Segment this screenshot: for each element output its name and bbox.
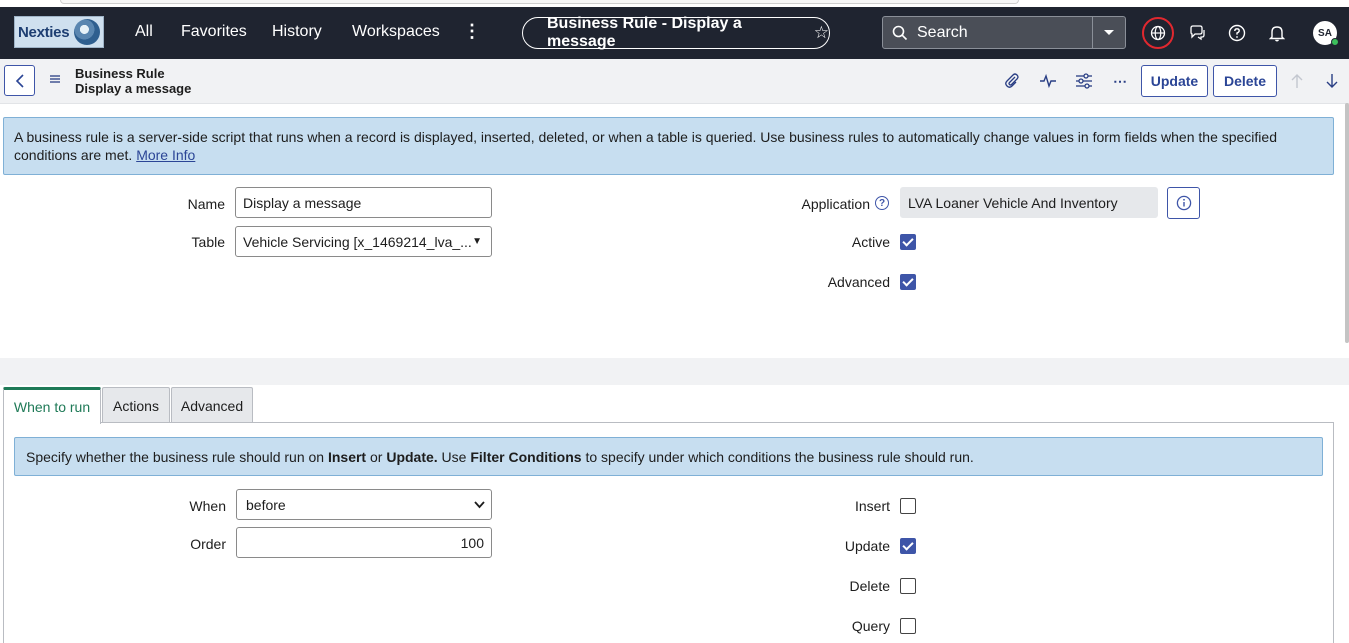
caret-down-icon: ▼ — [472, 236, 482, 247]
chat-icon[interactable] — [1186, 21, 1210, 45]
chevron-down-icon — [474, 501, 485, 509]
logo-text: Nexties — [18, 23, 70, 41]
page-scrollbar[interactable] — [1345, 103, 1349, 343]
query-checkbox[interactable] — [900, 618, 916, 634]
banner-filter-conditions: Filter Conditions — [470, 448, 582, 465]
logo-globe-icon — [74, 19, 100, 45]
more-info-link[interactable]: More Info — [136, 147, 195, 163]
activity-icon[interactable] — [1038, 71, 1058, 91]
search-dropdown-icon[interactable] — [1092, 17, 1125, 48]
company-logo[interactable]: Nexties — [14, 16, 104, 48]
online-status-icon — [1331, 38, 1339, 46]
update-label: Update — [844, 538, 890, 554]
previous-record-icon[interactable] — [1287, 71, 1307, 91]
search-placeholder: Search — [917, 23, 968, 41]
application-field-value: LVA Loaner Vehicle And Inventory — [908, 194, 1118, 211]
banner-insert: Insert — [327, 448, 367, 465]
context-menu-icon[interactable] — [48, 72, 62, 86]
table-label: Table — [191, 234, 225, 250]
update-checkbox[interactable] — [900, 538, 916, 554]
global-search[interactable]: Search — [882, 16, 1126, 49]
banner-part-2: or — [366, 448, 387, 465]
insert-checkbox[interactable] — [900, 498, 916, 514]
more-options-icon[interactable]: ⋯ — [1110, 71, 1130, 91]
user-avatar[interactable]: SA — [1313, 21, 1339, 46]
search-icon — [883, 25, 917, 41]
advanced-label: Advanced — [827, 274, 890, 290]
next-record-icon[interactable] — [1322, 71, 1342, 91]
context-title-pill[interactable]: Business Rule - Display a message ☆ — [522, 15, 830, 50]
personalize-form-icon[interactable] — [1074, 71, 1094, 91]
notification-bell-icon[interactable] — [1265, 21, 1289, 45]
table-select[interactable]: Vehicle Servicing [x_1469214_lva_... ▼ — [235, 226, 492, 257]
delete-label: Delete — [849, 578, 890, 594]
record-type-label: Business Rule — [75, 66, 165, 81]
when-select[interactable]: before — [236, 489, 492, 520]
name-field-value: Display a message — [243, 194, 362, 211]
browser-edge — [0, 0, 1349, 7]
record-name-label: Display a message — [75, 81, 192, 96]
banner-part-1: Specify whether the business rule should… — [26, 448, 328, 465]
table-select-value: Vehicle Servicing [x_1469214_lva_... — [243, 233, 472, 250]
name-label: Name — [187, 196, 225, 212]
application-help-icon[interactable]: ? — [875, 196, 889, 210]
delete-checkbox[interactable] — [900, 578, 916, 594]
business-rule-info-banner: A business rule is a server-side script … — [3, 117, 1334, 175]
scope-globe-icon[interactable] — [1142, 17, 1174, 49]
back-button[interactable] — [4, 65, 35, 96]
delete-button[interactable]: Delete — [1213, 65, 1277, 97]
nav-history[interactable]: History — [272, 23, 322, 41]
top-navigation-bar: Nexties All Favorites History Workspaces… — [0, 7, 1349, 59]
banner-part-4: to specify under which conditions the bu… — [581, 448, 974, 465]
banner-part-3: Use — [437, 448, 471, 465]
nav-workspaces[interactable]: Workspaces — [352, 23, 440, 41]
order-field-value: 100 — [460, 534, 484, 551]
address-bar-edge — [60, 0, 1019, 4]
attachment-icon[interactable] — [1002, 71, 1022, 91]
banner-update: Update. — [386, 448, 438, 465]
application-field: LVA Loaner Vehicle And Inventory — [900, 187, 1158, 218]
query-label: Query — [851, 618, 890, 634]
form-header: Business Rule Display a message ⋯ Update… — [0, 59, 1349, 104]
active-checkbox[interactable] — [900, 234, 916, 250]
when-label: When — [189, 498, 226, 514]
tab-advanced[interactable]: Advanced — [171, 387, 253, 423]
update-button[interactable]: Update — [1141, 65, 1208, 97]
section-divider — [0, 358, 1349, 385]
name-field[interactable]: Display a message — [235, 187, 492, 218]
application-label: Application — [801, 196, 871, 212]
context-title: Business Rule - Display a message — [547, 15, 742, 50]
info-icon — [1176, 195, 1191, 211]
nav-favorites[interactable]: Favorites — [181, 23, 247, 41]
advanced-checkbox[interactable] — [900, 274, 916, 290]
when-to-run-info-banner: Specify whether the business rule should… — [14, 437, 1323, 476]
tab-when-to-run[interactable]: When to run — [3, 387, 101, 424]
help-icon[interactable] — [1225, 21, 1249, 45]
active-label: Active — [851, 234, 890, 250]
order-field[interactable]: 100 — [236, 527, 492, 558]
tab-actions[interactable]: Actions — [102, 387, 170, 423]
favorite-star-icon[interactable]: ☆ — [814, 23, 829, 43]
more-menu-icon[interactable]: ⋮ — [463, 21, 481, 41]
when-select-value: before — [246, 496, 286, 513]
order-label: Order — [190, 536, 226, 552]
nav-all[interactable]: All — [135, 23, 153, 41]
insert-label: Insert — [854, 498, 890, 514]
avatar-initials: SA — [1318, 27, 1332, 39]
banner-text: A business rule is a server-side script … — [14, 129, 1277, 163]
application-info-button[interactable] — [1167, 187, 1200, 219]
